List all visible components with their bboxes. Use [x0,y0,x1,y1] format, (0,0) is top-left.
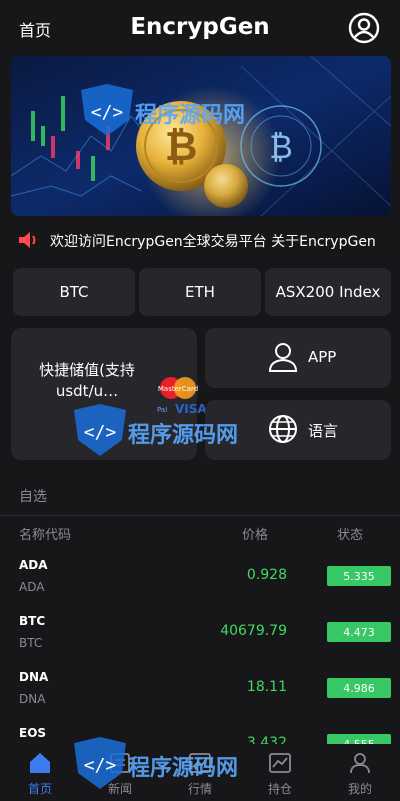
row-symbol: ADA [19,558,48,572]
nav-profile[interactable]: 我的 [320,744,400,801]
market-icon [189,753,211,773]
speaker-icon [19,232,36,248]
table-row[interactable]: DNA DNA 18.11 4.986 [0,668,400,724]
svg-text:₿: ₿ [269,128,293,166]
banner-image: ₿ ₿ [11,56,391,216]
home-icon [30,753,50,773]
user-icon [350,753,370,774]
app-title: EncrypGen [130,14,270,40]
chart-icon [269,753,291,773]
announcement-bar[interactable]: 欢迎访问EncrypGen全球交易平台 关于EncrypGen [0,222,400,258]
column-header-name: 名称代码 [19,528,72,543]
row-price: 0.928 [246,567,287,583]
bottom-nav: 首页 新闻 行情 持仓 我的 [0,744,400,801]
status-badge: 4.986 [327,678,391,698]
language-label: 语言 [308,422,339,440]
divider [0,515,400,516]
tab-eth[interactable]: ETH [139,268,261,316]
status-badge: 5.335 [327,566,391,586]
tab-asx200[interactable]: ASX200 Index [265,268,391,316]
nav-news[interactable]: 新闻 [80,744,160,801]
profile-icon[interactable] [348,12,380,44]
table-row[interactable]: ADA ADA 0.928 5.335 [0,556,400,612]
nav-market[interactable]: 行情 [160,744,240,801]
tab-label: ETH [185,283,215,301]
nav-label: 行情 [187,782,212,796]
promo-banner[interactable]: ₿ ₿ </> 程序源码网 [11,56,391,216]
row-symbol: BTC [19,614,46,628]
nav-label: 我的 [347,782,372,796]
svg-text:VISA: VISA [175,402,205,416]
tab-label: BTC [59,283,89,301]
row-subsymbol: BTC [19,636,43,650]
top-header: 首页 EncrypGen [0,0,400,56]
tab-label: ASX200 Index [275,283,381,301]
language-card[interactable]: 语言 [205,400,391,460]
svg-text:₿: ₿ [165,124,198,170]
row-subsymbol: ADA [19,580,45,594]
nav-positions[interactable]: 持仓 [240,744,320,801]
svg-text:MasterCard: MasterCard [158,385,198,393]
nav-label: 首页 [27,782,52,796]
app-label: APP [308,348,337,366]
person-icon [268,343,298,372]
quick-deposit-label: 快捷储值(支持usdt/u… [39,361,135,400]
nav-home[interactable]: 首页 [0,744,80,801]
row-symbol: DNA [19,670,49,684]
column-header-status: 状态 [337,528,364,543]
watchlist-title: 自选 [19,489,47,505]
tab-btc[interactable]: BTC [13,268,135,316]
row-subsymbol: DNA [19,692,46,706]
status-badge: 4.473 [327,622,391,642]
payment-cards-icon: MasterCard Pal VISA [157,377,205,416]
nav-label: 持仓 [267,782,292,796]
nav-label: 新闻 [107,782,132,796]
table-row[interactable]: BTC BTC 40679.79 4.473 [0,612,400,668]
svg-text:Pal: Pal [157,406,167,414]
row-price: 18.11 [246,679,287,695]
column-header-price: 价格 [242,528,269,543]
app-download-card[interactable]: APP [205,328,391,388]
row-price: 40679.79 [220,623,287,639]
globe-icon [269,415,297,443]
quick-deposit-card[interactable]: 快捷储值(支持usdt/u… MasterCard Pal VISA [11,328,205,460]
row-symbol: EOS [19,726,47,740]
announcement-text: 欢迎访问EncrypGen全球交易平台 关于EncrypGen [50,234,376,250]
news-icon [110,753,130,773]
